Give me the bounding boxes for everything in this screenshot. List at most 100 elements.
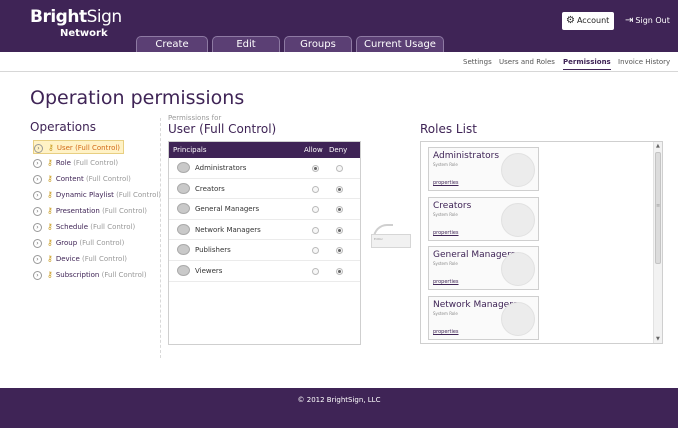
permission-icon: ⚷ (47, 254, 53, 263)
operation-item-group[interactable]: › ⚷ Group (Full Control) (33, 236, 124, 250)
permission-icon: ⚷ (47, 174, 53, 183)
role-avatar-icon (501, 302, 535, 336)
logo-sub: Network (60, 28, 108, 39)
brightsign-logo[interactable]: BrightSign Network (30, 7, 123, 39)
deny-column-header: Deny (329, 146, 348, 154)
principal-row-viewers: Viewers (169, 261, 360, 282)
permission-icon: ⚷ (47, 206, 53, 215)
role-card-creators[interactable]: Creators System Role properties (428, 197, 539, 241)
operation-item-schedule[interactable]: › ⚷ Schedule (Full Control) (33, 220, 135, 234)
allow-radio[interactable] (312, 185, 319, 193)
operation-item-device[interactable]: › ⚷ Device (Full Control) (33, 252, 127, 266)
allow-radio[interactable] (312, 165, 319, 172)
deny-radio[interactable] (336, 247, 343, 255)
role-properties-link[interactable]: properties (433, 180, 459, 186)
sign-out-link[interactable]: ⇥ Sign Out (625, 15, 670, 26)
drag-preview-card: Editor (371, 234, 411, 248)
scroll-grip-icon: ≡ (656, 203, 661, 209)
drag-to-add-hint: Editor (370, 222, 412, 254)
user-group-icon (177, 162, 190, 173)
expand-icon[interactable]: › (33, 270, 42, 280)
operation-item-user[interactable]: › ⚷ User (Full Control) (33, 140, 125, 154)
principal-row-network-managers: Network Managers (169, 220, 360, 241)
user-group-icon (177, 244, 190, 256)
subnav-users-and-roles[interactable]: Users and Roles (499, 58, 555, 70)
user-group-icon (177, 223, 190, 235)
deny-radio[interactable] (336, 165, 343, 172)
allow-radio[interactable] (312, 226, 319, 234)
role-properties-link[interactable]: properties (433, 230, 459, 236)
principals-header: Principals Allow Deny (169, 142, 360, 158)
roles-scrollbar[interactable]: ▲ ≡ ▼ (653, 142, 662, 343)
role-properties-link[interactable]: properties (433, 329, 459, 335)
role-avatar-icon (501, 252, 535, 286)
subnav-invoice-history[interactable]: Invoice History (618, 58, 670, 70)
principal-row-publishers: Publishers (169, 240, 360, 261)
column-divider (160, 118, 161, 358)
operation-item-role[interactable]: › ⚷ Role (Full Control) (33, 156, 118, 170)
deny-radio[interactable] (336, 226, 343, 234)
user-group-icon (177, 182, 190, 194)
operation-item-dynamic-playlist[interactable]: › ⚷ Dynamic Playlist (Full Control) (33, 188, 161, 202)
permission-icon: ⚷ (48, 143, 54, 152)
operation-item-subscription[interactable]: › ⚷ Subscription (Full Control) (33, 268, 147, 282)
footer: © 2012 BrightSign, LLC (0, 388, 678, 428)
principal-row-creators: Creators (169, 179, 360, 200)
operation-item-content[interactable]: › ⚷ Content (Full Control) (33, 172, 131, 186)
permissions-for-title: User (Full Control) (168, 122, 277, 136)
allow-radio[interactable] (312, 267, 319, 275)
operations-title: Operations (30, 120, 96, 134)
permission-icon: ⚷ (47, 158, 53, 167)
roles-list-title: Roles List (420, 122, 477, 136)
account-button[interactable]: ⚙ Account (562, 12, 614, 30)
expand-icon[interactable]: › (33, 190, 42, 200)
deny-radio[interactable] (336, 267, 343, 275)
operation-item-presentation[interactable]: › ⚷ Presentation (Full Control) (33, 204, 147, 218)
allow-radio[interactable] (312, 247, 319, 255)
scroll-down-icon[interactable]: ▼ (656, 336, 660, 342)
expand-icon[interactable]: › (33, 158, 42, 168)
expand-icon[interactable]: › (34, 143, 43, 153)
user-group-icon (177, 203, 190, 215)
role-card-administrators[interactable]: Administrators System Role properties (428, 147, 539, 191)
expand-icon[interactable]: › (33, 254, 42, 264)
sign-out-icon: ⇥ (625, 15, 634, 26)
role-avatar-icon (501, 203, 535, 237)
principals-column-header: Principals (173, 146, 207, 154)
tab-create[interactable]: Create (136, 36, 208, 52)
role-properties-link[interactable]: properties (433, 279, 459, 285)
principal-row-general-managers: General Managers (169, 199, 360, 220)
permission-icon: ⚷ (47, 222, 53, 231)
tab-groups[interactable]: Groups (284, 36, 352, 52)
deny-radio[interactable] (336, 185, 343, 193)
permission-icon: ⚷ (47, 190, 53, 199)
roles-list-panel: Administrators System Role properties Cr… (420, 141, 663, 344)
logo-bold: Bright (30, 7, 87, 27)
subnav-permissions[interactable]: Permissions (563, 58, 611, 70)
permission-icon: ⚷ (47, 238, 53, 247)
principal-row-administrators: Administrators (169, 158, 360, 179)
allow-column-header: Allow (304, 146, 323, 154)
expand-icon[interactable]: › (33, 238, 42, 248)
page-title: Operation permissions (30, 87, 245, 109)
role-card-general-managers[interactable]: General Managers System Role properties (428, 246, 539, 290)
user-group-icon (177, 264, 190, 276)
allow-radio[interactable] (312, 206, 319, 214)
expand-icon[interactable]: › (33, 174, 42, 184)
gear-icon: ⚙ (566, 15, 575, 26)
role-card-network-managers[interactable]: Network Managers System Role properties (428, 296, 539, 340)
tab-current-usage[interactable]: Current Usage (356, 36, 444, 52)
tab-edit[interactable]: Edit (212, 36, 280, 52)
expand-icon[interactable]: › (33, 206, 42, 216)
logo-light: Sign (86, 7, 123, 27)
deny-radio[interactable] (336, 206, 343, 214)
permission-icon: ⚷ (47, 270, 53, 279)
permissions-for-label: Permissions for (168, 114, 222, 122)
role-avatar-icon (501, 153, 535, 187)
expand-icon[interactable]: › (33, 222, 42, 232)
header-rule (0, 71, 678, 72)
scroll-up-icon[interactable]: ▲ (656, 143, 660, 149)
subnav-settings[interactable]: Settings (463, 58, 492, 70)
principals-panel: Principals Allow Deny Administrators Cre… (168, 141, 361, 345)
top-header: BrightSign Network Create Edit Groups Cu… (0, 0, 678, 52)
